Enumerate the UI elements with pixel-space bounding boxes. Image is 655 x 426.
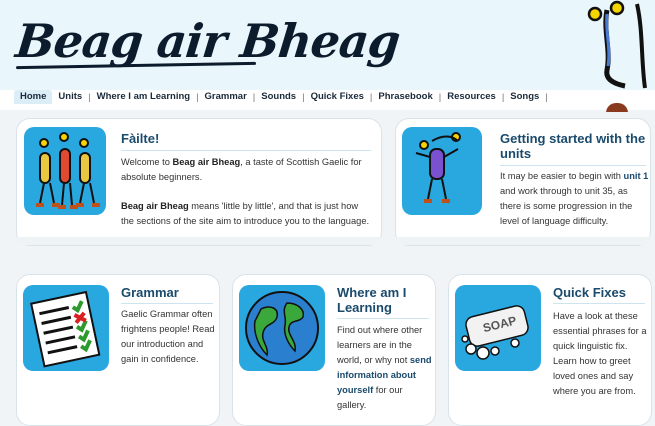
where-learning-title: Where am I Learning (337, 285, 407, 315)
grammar-text: Gaelic Grammar often frightens people! R… (121, 309, 215, 364)
welcome-card: Fàilte! Welcome to Beag air Bheag, a tas… (16, 118, 382, 246)
units-card: Getting started with the units It may be… (395, 118, 651, 246)
welcome-title: Fàilte! (121, 131, 160, 146)
where-learning-card: Where am I Learning Find out where other… (232, 274, 436, 426)
quick-fixes-card: SOAP Quick Fixes Have a look at these es… (448, 274, 652, 426)
site-logo[interactable]: Beag air Bheag (13, 14, 402, 68)
checklist-icon (23, 285, 109, 371)
site-header: Beag air Bheag (0, 0, 655, 90)
quick-fixes-title: Quick Fixes (553, 285, 626, 300)
main-nav: Home Units | Where I am Learning | Gramm… (0, 90, 655, 104)
where-learning-text: Find out where other learners are in the… (337, 325, 432, 410)
nav-home[interactable]: Home (14, 90, 53, 104)
nav-resources[interactable]: Resources (441, 90, 502, 104)
nav-units[interactable]: Units (52, 90, 88, 104)
dancing-figures-icon (24, 127, 106, 215)
nav-phrasebook[interactable]: Phrasebook (372, 90, 438, 104)
units-title: Getting started with the units (500, 131, 646, 161)
quick-fixes-text: Have a look at these essential phrases f… (553, 311, 647, 396)
nav-quick-fixes[interactable]: Quick Fixes (305, 90, 370, 104)
mascot-figure-icon (587, 0, 647, 89)
nav-separator: | (545, 91, 548, 103)
juggler-icon (402, 127, 482, 215)
unit-1-link[interactable]: unit 1 (624, 171, 649, 181)
nav-sounds[interactable]: Sounds (255, 90, 302, 104)
globe-icon (239, 285, 325, 371)
nav-grammar[interactable]: Grammar (199, 90, 253, 104)
avatar (606, 103, 628, 117)
units-text: It may be easier to begin with unit 1 an… (500, 171, 649, 226)
grammar-card: Grammar Gaelic Grammar often frightens p… (16, 274, 220, 426)
nav-where-i-am-learning[interactable]: Where I am Learning (91, 90, 196, 104)
grammar-title: Grammar (121, 285, 179, 300)
welcome-text: Welcome to Beag air Bheag, a taste of Sc… (121, 157, 362, 182)
soap-icon: SOAP (455, 285, 541, 371)
welcome-text-2: Beag air Bheag means 'little by little',… (121, 201, 370, 226)
nav-songs[interactable]: Songs (504, 90, 545, 104)
